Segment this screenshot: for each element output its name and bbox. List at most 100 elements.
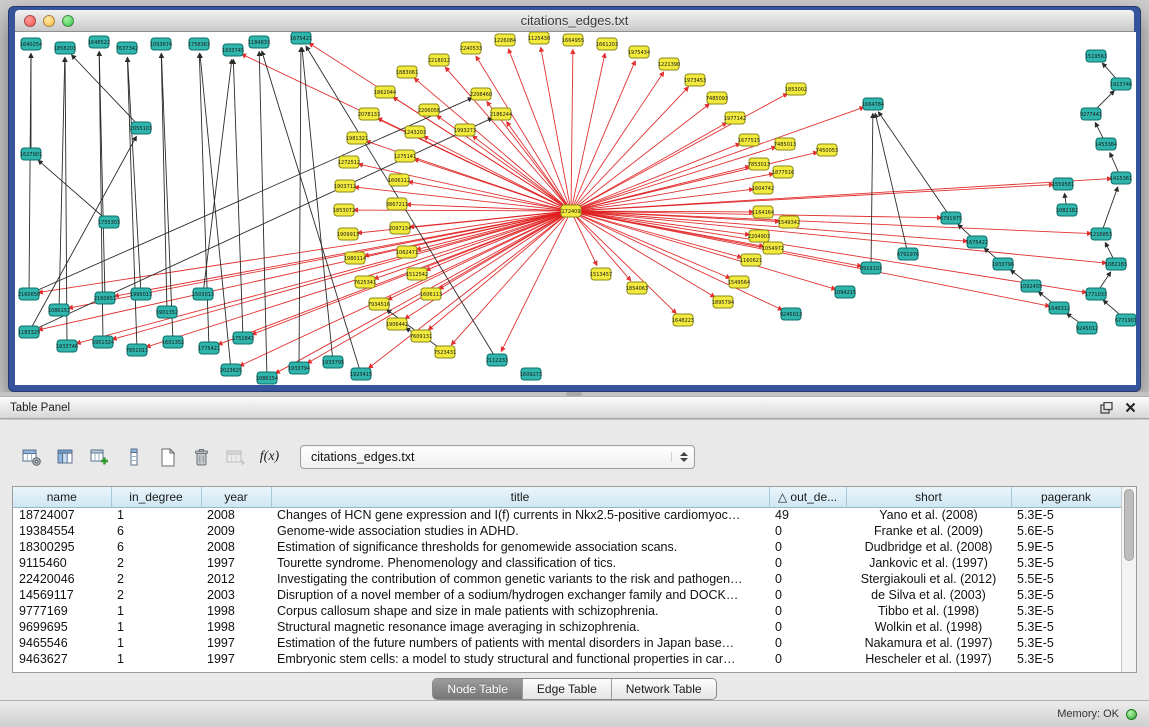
window-close-button[interactable] <box>24 15 36 27</box>
graph-node[interactable]: 2112233 <box>486 354 508 366</box>
table-row[interactable]: 1830029562008Estimation of significance … <box>13 539 1121 555</box>
network-graph-canvas[interactable]: 1724091883061186204420781331981321127251… <box>15 32 1136 385</box>
table-row[interactable]: 1456911722003Disruption of a novel membe… <box>13 587 1121 603</box>
table-row[interactable]: 946362711997Embryonic stem cells: a mode… <box>13 651 1121 667</box>
column-header[interactable]: title <box>271 487 769 507</box>
graph-node[interactable]: 1661203 <box>596 38 618 50</box>
graph-node[interactable]: 1664955 <box>562 34 584 46</box>
table-row[interactable]: 1872400712008Changes of HCN gene express… <box>13 507 1121 523</box>
graph-node[interactable]: 7523431 <box>434 346 456 358</box>
graph-node[interactable]: 1675421 <box>290 32 312 44</box>
graph-node[interactable]: 1981321 <box>346 132 368 144</box>
graph-node[interactable]: 2160651 <box>94 292 116 304</box>
graph-node[interactable]: 1648223 <box>672 314 694 326</box>
graph-node[interactable]: 1086153 <box>48 304 70 316</box>
column-header[interactable]: short <box>846 487 1011 507</box>
float-panel-icon[interactable] <box>1097 400 1115 416</box>
table-row[interactable]: 1938455462009Genome-wide association stu… <box>13 523 1121 539</box>
graph-node[interactable]: 7637342 <box>116 42 138 54</box>
graph-node[interactable]: 1854063 <box>626 282 648 294</box>
graph-node[interactable]: 1093674 <box>150 38 172 50</box>
graph-node[interactable]: 2097134 <box>389 222 411 234</box>
graph-node[interactable]: 1606112 <box>388 174 410 186</box>
graph-node[interactable]: 2023625 <box>220 364 242 376</box>
tab-node-table[interactable]: Node Table <box>433 679 523 699</box>
graph-node[interactable]: 1933796 <box>992 258 1014 270</box>
graph-node[interactable]: 1993273 <box>454 124 476 136</box>
graph-node[interactable]: 1677515 <box>738 134 760 146</box>
graph-node[interactable]: 1226084 <box>494 34 516 46</box>
graph-node[interactable]: 1415361 <box>1110 172 1132 184</box>
delete-column-icon[interactable] <box>120 444 147 470</box>
graph-node[interactable]: 1183329 <box>18 326 40 338</box>
graph-node[interactable]: 1755303 <box>98 216 120 228</box>
window-titlebar[interactable]: citations_edges.txt <box>15 10 1134 32</box>
graph-node[interactable]: 7485093 <box>706 92 728 104</box>
graph-node[interactable]: 1771033 <box>1085 288 1107 300</box>
graph-node[interactable]: 7934516 <box>368 298 390 310</box>
graph-node[interactable]: 1640254 <box>20 38 42 50</box>
graph-node[interactable]: 172409 <box>561 205 581 217</box>
graph-node[interactable]: 1062471 <box>396 246 418 258</box>
function-builder-icon[interactable]: f(x) <box>256 444 283 470</box>
new-column-icon[interactable] <box>86 444 113 470</box>
graph-node[interactable]: 1092455 <box>1020 280 1042 292</box>
graph-node[interactable]: 2204903 <box>748 230 770 242</box>
graph-node[interactable]: 8919103 <box>860 262 882 274</box>
graph-node[interactable]: 1512542 <box>406 268 428 280</box>
graph-node[interactable]: 1606113 <box>420 288 442 300</box>
table-row[interactable]: 2242004622012Investigating the contribut… <box>13 571 1121 587</box>
graph-node[interactable]: 1513457 <box>590 268 612 280</box>
graph-node[interactable]: 1862044 <box>374 86 396 98</box>
graph-node[interactable]: 1082183 <box>1105 258 1127 270</box>
graph-node[interactable]: 6771901 <box>1115 314 1136 326</box>
graph-node[interactable]: 1519563 <box>1085 50 1107 62</box>
graph-node[interactable]: 1923415 <box>350 368 372 380</box>
table-row[interactable]: 911546021997Tourette syndrome. Phenomeno… <box>13 555 1121 571</box>
graph-node[interactable]: 1094215 <box>834 286 856 298</box>
graph-node[interactable]: 1453364 <box>1095 138 1117 150</box>
graph-node[interactable]: 1559581 <box>1052 178 1074 190</box>
graph-node[interactable]: 1758363 <box>188 38 210 50</box>
graph-node[interactable]: 1913746 <box>1110 78 1132 90</box>
graph-node[interactable]: 1164164 <box>752 206 774 218</box>
graph-node[interactable]: 6791976 <box>897 248 919 260</box>
column-header[interactable]: △ out_de... <box>769 487 846 507</box>
graph-node[interactable]: 7853013 <box>748 158 770 170</box>
graph-node[interactable]: 1853072 <box>333 204 355 216</box>
graph-node[interactable]: 1604742 <box>752 182 774 194</box>
graph-node[interactable]: 1895794 <box>712 296 734 308</box>
graph-node[interactable]: 1973453 <box>684 74 706 86</box>
graph-node[interactable]: 9245012 <box>1076 322 1098 334</box>
graph-node[interactable]: 1609273 <box>520 368 542 380</box>
graph-node[interactable]: 2186244 <box>490 108 512 120</box>
new-table-icon[interactable] <box>154 444 181 470</box>
graph-node[interactable]: 2055103 <box>130 122 152 134</box>
graph-node[interactable]: 1272512 <box>338 156 360 168</box>
graph-node[interactable]: 1125430 <box>528 32 550 44</box>
column-header[interactable]: pagerank <box>1011 487 1121 507</box>
import-table-icon[interactable] <box>222 444 249 470</box>
tab-edge-table[interactable]: Edge Table <box>523 679 612 699</box>
graph-node[interactable]: 7851013 <box>126 344 148 356</box>
tab-network-table[interactable]: Network Table <box>612 679 716 699</box>
graph-node[interactable]: 1903712 <box>334 180 356 192</box>
graph-node[interactable]: 5951324 <box>92 336 114 348</box>
close-panel-icon[interactable] <box>1121 400 1139 416</box>
graph-node[interactable]: 1646312 <box>1048 302 1070 314</box>
graph-node[interactable]: 1933795 <box>322 356 344 368</box>
graph-node[interactable]: 9245013 <box>780 308 802 320</box>
graph-node[interactable]: 1275141 <box>394 150 416 162</box>
graph-node[interactable]: 1627901 <box>20 148 42 160</box>
table-mode-icon[interactable] <box>18 444 45 470</box>
column-header[interactable]: in_degree <box>111 487 201 507</box>
column-header[interactable]: year <box>201 487 271 507</box>
graph-node[interactable]: 2240533 <box>460 42 482 54</box>
table-selector-dropdown[interactable]: citations_edges.txt <box>300 445 695 469</box>
graph-node[interactable]: 9277441 <box>1080 108 1102 120</box>
graph-node[interactable]: 1503013 <box>192 288 214 300</box>
graph-node[interactable]: 1601352 <box>162 336 184 348</box>
graph-node[interactable]: 3867211 <box>386 198 408 210</box>
graph-node[interactable]: 1775421 <box>198 342 220 354</box>
graph-node[interactable]: 1751843 <box>232 332 254 344</box>
